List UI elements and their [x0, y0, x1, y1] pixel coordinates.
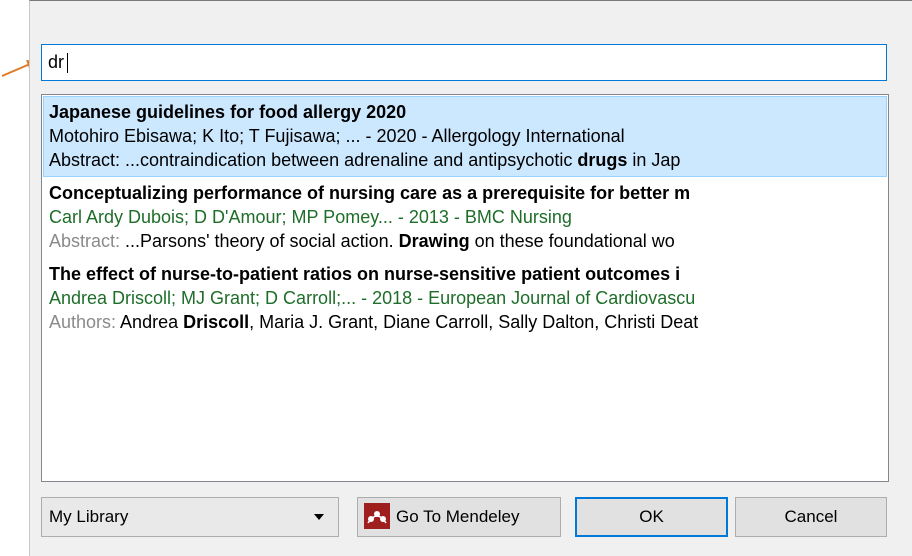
- search-input[interactable]: [41, 44, 887, 81]
- result-extra-highlight: drugs: [577, 150, 628, 170]
- result-title: Japanese guidelines for food allergy 202…: [49, 102, 407, 122]
- result-extra-label: Abstract:: [49, 150, 121, 170]
- chevron-down-icon: [314, 514, 324, 520]
- dialog-button-bar: My Library Go To Mendeley OK Cancel: [41, 497, 889, 537]
- result-abstract: Abstract: ...Parsons' theory of social a…: [49, 229, 887, 253]
- result-extra-highlight: Drawing: [398, 231, 470, 251]
- result-meta: Andrea Driscoll; MJ Grant; D Carroll;...…: [49, 288, 696, 308]
- results-list[interactable]: Japanese guidelines for food allergy 202…: [41, 94, 889, 482]
- result-item[interactable]: Conceptualizing performance of nursing c…: [43, 177, 887, 258]
- go-to-mendeley-button[interactable]: Go To Mendeley: [357, 497, 561, 537]
- result-abstract: Abstract: ...contraindication between ad…: [49, 148, 886, 172]
- text-caret: [67, 53, 68, 73]
- result-extra-text: Andrea: [116, 312, 184, 332]
- result-item[interactable]: Japanese guidelines for food allergy 202…: [43, 96, 887, 177]
- result-extra-text: , Maria J. Grant, Diane Carroll, Sally D…: [249, 312, 699, 332]
- cancel-button[interactable]: Cancel: [735, 497, 887, 537]
- result-meta: Motohiro Ebisawa; K Ito; T Fujisawa; ...…: [49, 126, 625, 146]
- mendeley-logo-icon: [364, 502, 390, 529]
- result-extra-highlight: Driscoll: [183, 312, 250, 332]
- go-to-mendeley-label: Go To Mendeley: [396, 507, 520, 526]
- result-extra-text: ...contraindication between adrenaline a…: [120, 150, 578, 170]
- result-extra-text: on these foundational wo: [469, 231, 675, 251]
- result-extra-text: in Jap: [627, 150, 681, 170]
- result-extra-label: Abstract:: [49, 231, 121, 251]
- result-item[interactable]: The effect of nurse-to-patient ratios on…: [43, 258, 887, 339]
- result-title: The effect of nurse-to-patient ratios on…: [49, 264, 681, 284]
- result-authors: Authors: Andrea Driscoll, Maria J. Grant…: [49, 310, 887, 334]
- ok-button[interactable]: OK: [575, 497, 728, 537]
- library-select[interactable]: My Library: [41, 497, 339, 537]
- result-title: Conceptualizing performance of nursing c…: [49, 183, 691, 203]
- result-extra-label: Authors:: [49, 312, 117, 332]
- library-select-value: My Library: [49, 507, 129, 526]
- result-meta: Carl Ardy Dubois; D D'Amour; MP Pomey...…: [49, 207, 572, 227]
- result-extra-text: ...Parsons' theory of social action.: [120, 231, 399, 251]
